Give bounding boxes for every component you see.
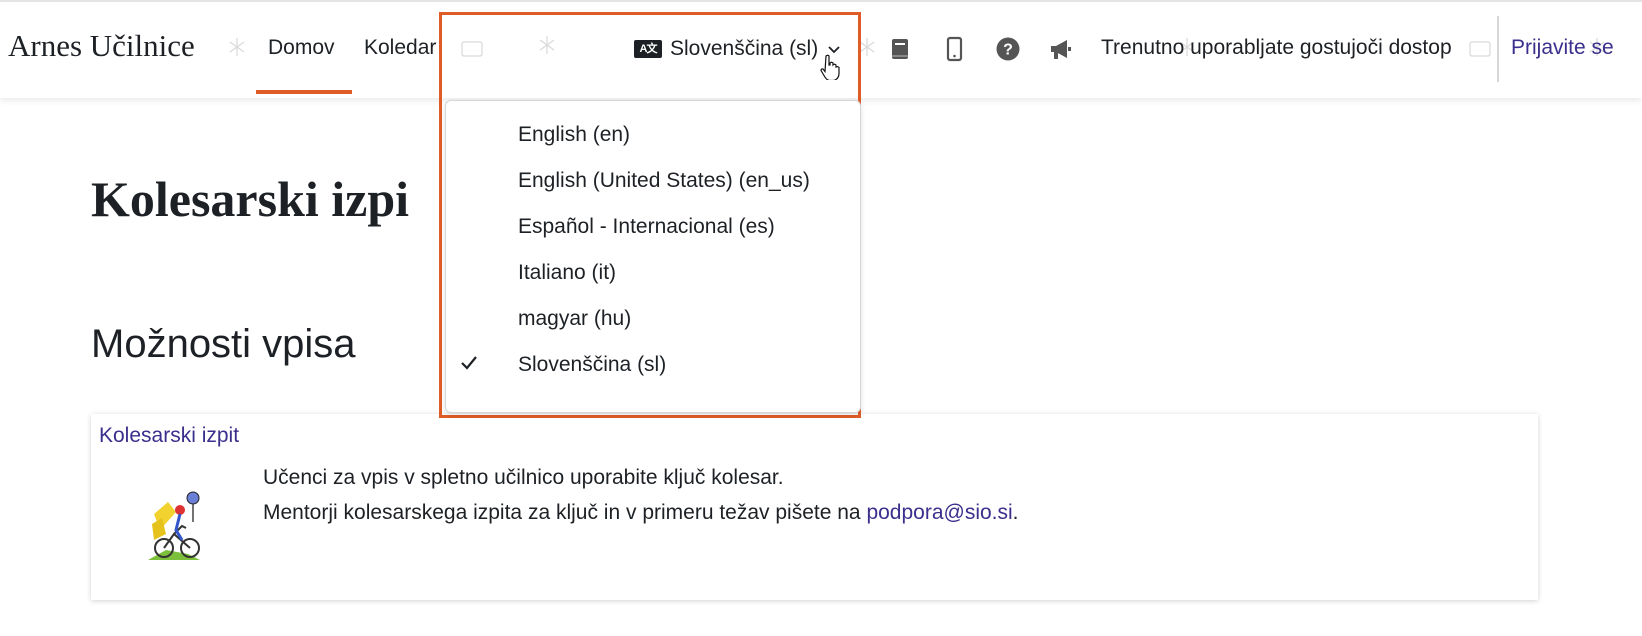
nav-active-indicator xyxy=(256,90,352,94)
enrolment-course-link[interactable]: Kolesarski izpit xyxy=(99,424,239,448)
site-brand[interactable]: Arnes Učilnice xyxy=(8,28,195,64)
book-icon[interactable] xyxy=(887,36,913,62)
enrolment-info-line-1: Učenci za vpis v spletno učilnico uporab… xyxy=(263,466,784,489)
header-divider xyxy=(1497,16,1499,82)
enrolment-info-end: . xyxy=(1012,501,1019,524)
login-link[interactable]: Prijavite se xyxy=(1511,36,1614,60)
enrolment-info-text: Mentorji kolesarskega izpita za ključ in… xyxy=(263,501,867,524)
language-option-label: English (United States) (en_us) xyxy=(518,169,810,192)
language-option-label: Español - Internacional (es) xyxy=(518,215,775,238)
section-title: Možnosti vpisa xyxy=(91,322,356,366)
enrolment-info-line-2: Mentorji kolesarskega izpita za ključ in… xyxy=(263,501,1019,525)
mobile-icon[interactable] xyxy=(941,36,967,62)
svg-text:?: ? xyxy=(1003,42,1013,59)
nav-calendar[interactable]: Koledar xyxy=(364,36,436,60)
language-option-en[interactable]: English (en) xyxy=(446,113,860,159)
language-option-label: magyar (hu) xyxy=(518,307,632,330)
cyclist-image xyxy=(148,491,200,560)
megaphone-icon[interactable] xyxy=(1048,36,1074,62)
language-option-es[interactable]: Español - Internacional (es) xyxy=(446,205,860,251)
guest-access-notice: Trenutno uporabljate gostujoči dostop xyxy=(1101,36,1452,59)
checkmark-icon xyxy=(461,356,477,370)
help-icon[interactable]: ? xyxy=(995,36,1021,62)
language-option-it[interactable]: Italiano (it) xyxy=(446,251,860,297)
language-option-hu[interactable]: magyar (hu) xyxy=(446,297,860,343)
language-option-label: Italiano (it) xyxy=(518,261,617,284)
language-option-label: Slovenščina (sl) xyxy=(518,353,667,376)
support-email-link[interactable]: podpora@sio.si xyxy=(866,501,1012,524)
enrolment-card: Kolesarski izpit Učenci za vpis v spletn… xyxy=(91,414,1538,600)
language-menu: English (en) English (United States) (en… xyxy=(445,100,861,413)
language-option-en-us[interactable]: English (United States) (en_us) xyxy=(446,159,860,205)
page-title: Kolesarski izpi xyxy=(91,171,410,227)
language-option-sl[interactable]: Slovenščina (sl) xyxy=(446,343,860,389)
nav-home[interactable]: Domov xyxy=(268,36,335,60)
language-option-label: English (en) xyxy=(518,123,631,146)
